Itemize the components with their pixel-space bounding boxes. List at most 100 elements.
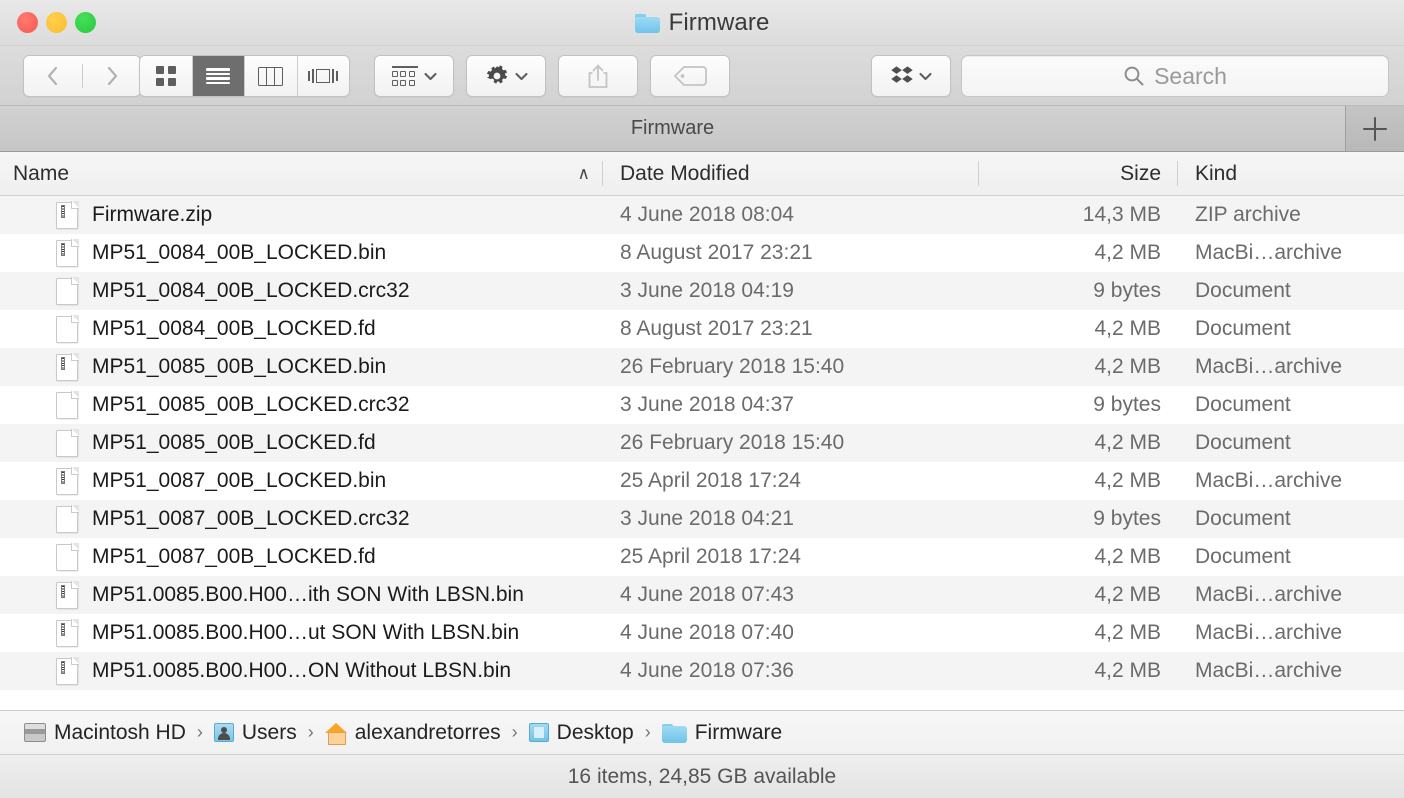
file-date-modified: 8 August 2017 23:21 xyxy=(620,317,813,340)
table-row[interactable]: Firmware.zip 4 June 2018 08:04 14,3 MB ZIP … xyxy=(0,196,1404,234)
new-tab-button[interactable] xyxy=(1346,106,1404,151)
breadcrumb-label: Macintosh HD xyxy=(54,720,186,744)
action-menu-button[interactable] xyxy=(466,55,546,97)
view-mode-segmented-control xyxy=(139,55,350,97)
table-row[interactable]: MP51_0087_00B_LOCKED.bin 25 April 2018 17… xyxy=(0,462,1404,500)
dropbox-icon xyxy=(890,66,913,83)
file-name-cell: MP51_0087_00B_LOCKED.crc32 xyxy=(0,504,602,533)
breadcrumb-item[interactable]: Desktop xyxy=(528,720,634,745)
dropbox-button[interactable] xyxy=(871,55,951,97)
plain-document-icon xyxy=(56,314,79,343)
file-date-modified: 26 February 2018 15:40 xyxy=(620,431,845,454)
toolbar: Search xyxy=(0,46,1404,106)
binary-document-icon xyxy=(56,618,79,647)
folder-icon xyxy=(634,13,660,33)
tab-firmware[interactable]: Firmware xyxy=(0,106,1346,151)
file-name: MP51_0084_00B_LOCKED.crc32 xyxy=(92,279,410,302)
file-size: 9 bytes xyxy=(1093,393,1161,416)
plain-document-icon xyxy=(56,504,79,533)
file-kind: MacBi…archive xyxy=(1195,621,1343,644)
column-header-kind[interactable]: Kind xyxy=(1177,152,1404,195)
breadcrumb-separator: › xyxy=(644,722,651,742)
breadcrumb-item[interactable]: Macintosh HD xyxy=(24,721,186,745)
table-row[interactable]: MP51.0085.B00.H00…ON Without LBSN.bin 4 J… xyxy=(0,652,1404,690)
file-name: MP51_0085_00B_LOCKED.crc32 xyxy=(92,393,410,416)
gallery-view-button[interactable] xyxy=(298,56,350,96)
back-button[interactable] xyxy=(24,64,82,88)
zoom-button[interactable] xyxy=(75,12,96,33)
file-name-cell: MP51_0085_00B_LOCKED.bin xyxy=(0,352,602,381)
file-date-modified: 4 June 2018 07:43 xyxy=(620,583,794,606)
search-placeholder: Search xyxy=(1154,62,1227,89)
navigation-buttons xyxy=(23,55,141,97)
file-name-cell: MP51.0085.B00.H00…ith SON With LBSN.bin xyxy=(0,580,602,609)
gear-icon xyxy=(486,65,507,84)
breadcrumb-separator: › xyxy=(196,722,203,742)
search-field[interactable]: Search xyxy=(961,55,1389,97)
file-name: MP51_0087_00B_LOCKED.fd xyxy=(92,545,376,568)
file-name: MP51_0084_00B_LOCKED.fd xyxy=(92,317,376,340)
file-name-cell: MP51_0087_00B_LOCKED.fd xyxy=(0,542,602,571)
tag-icon xyxy=(674,66,707,86)
desktop-folder-icon xyxy=(528,723,549,742)
list-view-button[interactable] xyxy=(192,56,245,96)
breadcrumb-label: alexandretorres xyxy=(354,720,501,744)
file-name: MP51.0085.B00.H00…ith SON With LBSN.bin xyxy=(92,583,524,606)
file-name: Firmware.zip xyxy=(92,203,213,226)
file-name-cell: MP51.0085.B00.H00…ut SON With LBSN.bin xyxy=(0,618,602,647)
folder-icon xyxy=(661,723,687,743)
file-date-modified: 4 June 2018 07:36 xyxy=(620,659,794,682)
file-kind: Document xyxy=(1195,279,1291,302)
breadcrumb-item[interactable]: Firmware xyxy=(661,721,782,745)
file-size: 4,2 MB xyxy=(1094,583,1161,606)
icon-view-button[interactable] xyxy=(140,56,193,96)
column-header-size[interactable]: Size xyxy=(978,152,1177,195)
file-size: 9 bytes xyxy=(1093,507,1161,530)
file-kind: MacBi…archive xyxy=(1195,659,1343,682)
breadcrumb-item[interactable]: Users xyxy=(213,721,297,745)
table-row[interactable]: MP51.0085.B00.H00…ith SON With LBSN.bin 4… xyxy=(0,576,1404,614)
table-row[interactable]: MP51_0085_00B_LOCKED.crc32 3 June 2018 04… xyxy=(0,386,1404,424)
column-header-name-label: Name xyxy=(13,161,70,185)
users-folder-icon xyxy=(213,723,234,742)
binary-document-icon xyxy=(56,238,79,267)
breadcrumb-item[interactable]: alexandretorres xyxy=(324,720,501,745)
file-size: 4,2 MB xyxy=(1094,621,1161,644)
file-name-cell: MP51_0085_00B_LOCKED.fd xyxy=(0,428,602,457)
tag-button[interactable] xyxy=(650,55,730,97)
file-name: MP51_0085_00B_LOCKED.bin xyxy=(92,355,387,378)
table-row[interactable]: MP51_0087_00B_LOCKED.crc32 3 June 2018 04… xyxy=(0,500,1404,538)
share-button[interactable] xyxy=(558,55,638,97)
column-header-date-modified[interactable]: Date Modified xyxy=(602,152,978,195)
table-row[interactable]: MP51_0084_00B_LOCKED.bin 8 August 2017 23… xyxy=(0,234,1404,272)
chevron-down-icon xyxy=(918,72,932,80)
chevron-down-icon xyxy=(514,72,528,80)
arrange-button[interactable] xyxy=(374,55,454,97)
column-header-name[interactable]: Name ∧ xyxy=(0,152,602,195)
plain-document-icon xyxy=(56,390,79,419)
columns-icon xyxy=(258,66,284,86)
table-row[interactable]: MP51_0087_00B_LOCKED.fd 25 April 2018 17:… xyxy=(0,538,1404,576)
file-kind: MacBi…archive xyxy=(1195,583,1343,606)
binary-document-icon xyxy=(56,580,79,609)
tab-label: Firmware xyxy=(630,117,715,139)
window-controls xyxy=(17,12,96,33)
forward-button[interactable] xyxy=(82,64,140,88)
file-size: 9 bytes xyxy=(1093,279,1161,302)
file-size: 4,2 MB xyxy=(1094,545,1161,568)
close-button[interactable] xyxy=(17,12,38,33)
file-kind: MacBi…archive xyxy=(1195,241,1343,264)
table-row[interactable]: MP51_0085_00B_LOCKED.fd 26 February 2018 … xyxy=(0,424,1404,462)
breadcrumb-label: Desktop xyxy=(556,720,634,744)
breadcrumb-separator: › xyxy=(511,722,518,742)
column-view-button[interactable] xyxy=(245,56,298,96)
table-row[interactable]: MP51_0084_00B_LOCKED.fd 8 August 2017 23:… xyxy=(0,310,1404,348)
table-row[interactable]: MP51.0085.B00.H00…ut SON With LBSN.bin 4 … xyxy=(0,614,1404,652)
search-icon xyxy=(1124,66,1144,86)
file-list[interactable]: Firmware.zip 4 June 2018 08:04 14,3 MB ZIP … xyxy=(0,196,1404,710)
table-row[interactable]: MP51_0085_00B_LOCKED.bin 26 February 2018… xyxy=(0,348,1404,386)
file-size: 14,3 MB xyxy=(1082,203,1161,226)
table-row[interactable]: MP51_0084_00B_LOCKED.crc32 3 June 2018 04… xyxy=(0,272,1404,310)
finder-window: Firmware Search Firmware Name ∧ Date Mod… xyxy=(0,0,1404,798)
minimize-button[interactable] xyxy=(46,12,67,33)
